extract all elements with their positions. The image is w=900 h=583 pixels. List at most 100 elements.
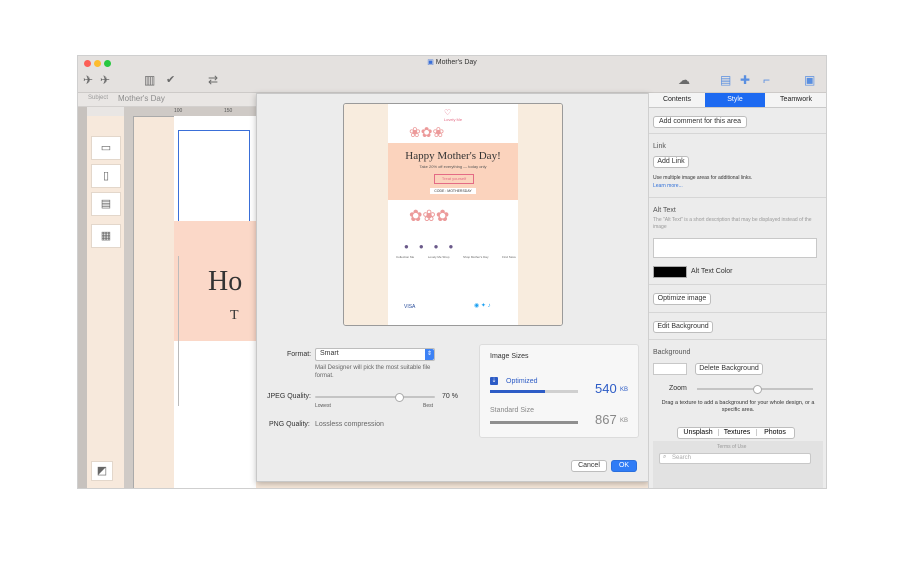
link-section-title: Link bbox=[653, 143, 666, 150]
alt-text-hint: The "Alt Text" is a short description th… bbox=[653, 217, 812, 230]
optimized-size: 540 bbox=[595, 381, 617, 396]
edit-background-button[interactable]: Edit Background bbox=[653, 321, 713, 333]
subject-field[interactable]: Mother's Day bbox=[118, 94, 165, 103]
ok-button[interactable]: OK bbox=[611, 460, 637, 472]
format-value: Smart bbox=[320, 350, 339, 357]
layout-icon[interactable]: ▤ bbox=[720, 73, 731, 87]
shop-icons: ●●●● bbox=[404, 242, 464, 251]
preview-email-body bbox=[388, 104, 518, 325]
icon-label: Collection Me bbox=[396, 255, 415, 259]
format-select[interactable]: Smart ⇕ bbox=[315, 348, 435, 361]
alt-color-well[interactable] bbox=[653, 266, 687, 278]
png-value: Lossless compression bbox=[315, 421, 384, 428]
source-segmented-control: Unsplash Textures Photos bbox=[677, 427, 795, 439]
ruler-tick-label: 100 bbox=[174, 108, 183, 114]
tab-style[interactable]: Style bbox=[705, 93, 765, 107]
preview-subline: Take 20% off everything — today only bbox=[419, 164, 487, 169]
mobile-preview-button[interactable]: ▯ bbox=[91, 164, 121, 188]
optimize-image-button[interactable]: Optimize image bbox=[653, 293, 711, 305]
alt-text-field[interactable] bbox=[653, 238, 817, 258]
email-preview: ♡ Lovely Me ❀✿❀ Happy Mother's Day! Take… bbox=[343, 103, 563, 326]
brand-heart-icon: ♡ bbox=[444, 108, 452, 117]
optimized-unit: KB bbox=[620, 387, 629, 393]
texture-hint: Drag a texture to add a background for y… bbox=[661, 400, 815, 413]
test-send-icon[interactable]: ✈ bbox=[100, 73, 110, 87]
background-section-title: Background bbox=[653, 349, 691, 356]
segment-unsplash[interactable]: Unsplash bbox=[680, 429, 716, 436]
jpeg-slider[interactable] bbox=[315, 393, 435, 402]
standard-bar bbox=[490, 421, 578, 424]
standard-label: Standard Size bbox=[490, 407, 534, 414]
add-comment-button[interactable]: Add comment for this area bbox=[653, 116, 747, 128]
divider bbox=[649, 312, 826, 313]
standard-unit: KB bbox=[620, 418, 629, 424]
inspector-tabs: Contents Style Teamwork bbox=[649, 93, 826, 108]
layout-preview-button[interactable]: ▦ bbox=[91, 224, 121, 248]
social-icons: ◉ ✦ ♪ bbox=[474, 303, 491, 309]
zoom-slider[interactable] bbox=[697, 385, 813, 394]
jpeg-min-label: Lowest bbox=[315, 403, 331, 409]
left-edge bbox=[78, 107, 87, 488]
export-dialog: ♡ Lovely Me ❀✿❀ Happy Mother's Day! Take… bbox=[256, 93, 649, 482]
desktop-preview-button[interactable]: ▭ bbox=[91, 136, 121, 160]
divider bbox=[649, 339, 826, 340]
ruler-tick-label: 150 bbox=[224, 108, 233, 114]
standard-size: 867 bbox=[595, 412, 617, 427]
preview-headline: Happy Mother's Day! bbox=[405, 150, 501, 162]
search-input[interactable]: ⌕ Search bbox=[659, 453, 811, 464]
learn-more-link[interactable]: Learn more... bbox=[653, 183, 683, 189]
preview-payment-footer: VISA bbox=[404, 304, 416, 310]
flower-icon: ❀✿❀ bbox=[409, 124, 445, 140]
add-link-button[interactable]: Add Link bbox=[653, 156, 689, 168]
segment-textures[interactable]: Textures bbox=[718, 429, 755, 436]
document-icon: ▣ bbox=[427, 59, 434, 66]
tab-teamwork[interactable]: Teamwork bbox=[765, 93, 826, 107]
delete-background-button[interactable]: Delete Background bbox=[695, 363, 763, 375]
format-label: Format: bbox=[287, 351, 312, 358]
panel-toggle-button[interactable]: ◩ bbox=[91, 461, 113, 481]
laptop-icon: ▭ bbox=[100, 142, 112, 154]
segment-photos[interactable]: Photos bbox=[756, 429, 793, 436]
image-sizes-title: Image Sizes bbox=[490, 353, 529, 360]
icon-label: Find Store bbox=[502, 255, 516, 259]
sidebar-toggle-icon[interactable]: ▣ bbox=[804, 73, 815, 87]
window-title: ▣ Mother's Day bbox=[78, 58, 826, 66]
optimized-bar-track bbox=[490, 390, 578, 393]
guides-icon[interactable]: ⌐ bbox=[763, 73, 770, 87]
optimized-bar bbox=[490, 390, 545, 393]
canvas-subline: T bbox=[230, 308, 239, 323]
tab-contents[interactable]: Contents bbox=[649, 93, 705, 107]
chart-icon[interactable]: ▥ bbox=[144, 73, 155, 87]
flower-icon: ✿❀✿ bbox=[409, 208, 450, 225]
alt-text-section-title: Alt Text bbox=[653, 207, 676, 214]
optimize-icon: ⇣ bbox=[490, 377, 498, 385]
divider bbox=[649, 197, 826, 198]
zoom-label: Zoom bbox=[669, 385, 687, 392]
preview-brand: Lovely Me bbox=[443, 117, 463, 122]
background-color-well[interactable] bbox=[653, 363, 687, 375]
text-preview-button[interactable]: ▤ bbox=[91, 192, 121, 216]
subject-label: Subject bbox=[88, 95, 109, 101]
format-hint: Mail Designer will pick the most suitabl… bbox=[315, 365, 431, 379]
jpeg-slider-knob[interactable] bbox=[395, 393, 404, 402]
search-placeholder: Search bbox=[672, 455, 692, 461]
terms-link[interactable]: Terms of Use bbox=[717, 444, 746, 450]
template-icon: ▦ bbox=[100, 230, 112, 242]
cancel-button[interactable]: Cancel bbox=[571, 460, 607, 472]
title-bar: ▣ Mother's Day bbox=[78, 56, 826, 70]
share-icon[interactable]: ⇄ bbox=[208, 73, 218, 87]
cloud-icon[interactable]: ☁ bbox=[678, 73, 690, 87]
alt-color-label: Alt Text Color bbox=[691, 268, 733, 275]
canvas-headline: Ho bbox=[208, 266, 243, 297]
check-icon[interactable]: ✔ bbox=[166, 73, 175, 86]
block-handles[interactable] bbox=[171, 256, 179, 406]
send-icon[interactable]: ✈ bbox=[83, 73, 93, 87]
add-icon[interactable]: ✚ bbox=[740, 73, 750, 87]
icon-label: Shop Mother's Day bbox=[463, 255, 489, 259]
inspector-panel: Contents Style Teamwork Add comment for … bbox=[648, 93, 826, 488]
zoom-slider-knob[interactable] bbox=[753, 385, 762, 394]
icon-labels: Collection Me Lovely Me Shop Shop Mother… bbox=[396, 255, 516, 259]
search-icon: ⌕ bbox=[663, 454, 667, 460]
jpeg-value: 70 % bbox=[442, 393, 458, 400]
window-title-text: Mother's Day bbox=[435, 59, 477, 66]
